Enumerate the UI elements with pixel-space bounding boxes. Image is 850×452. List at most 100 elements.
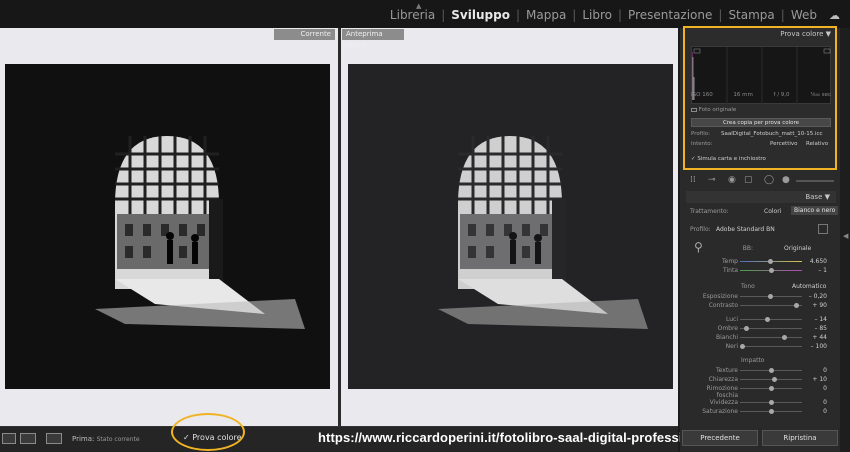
basic-section-header[interactable]: Base ▼ [686,191,836,203]
intent-perceptual[interactable]: Percettivo [770,141,798,147]
clarity-slider[interactable] [740,377,802,382]
treatment-label: Trattamento: [690,208,729,215]
shadows-value[interactable]: – 85 [803,325,827,332]
contrast-value[interactable]: + 90 [803,302,827,309]
highlights-slider-knob[interactable] [765,317,770,322]
contrast-slider[interactable] [740,303,802,308]
simulate-paper-row[interactable]: ✓ Simula carta e inchiostro [691,156,766,162]
meta-iso: ISO 160 [691,92,713,98]
module-libreria[interactable]: Libreria [384,8,441,22]
exposure-slider[interactable] [740,294,802,299]
develop-tool-strip: ⁞⁞ ⊸ ◉ ▢ ◯ ● [686,175,836,187]
profile-browser-icon[interactable] [818,224,828,234]
reset-button[interactable]: Ripristina [762,430,838,446]
spot-removal-tool-icon[interactable]: ⊸ [708,175,716,185]
histogram-meta: ISO 160 16 mm f / 9,0 ¹⁄₆₄₀ sec [691,92,831,98]
meta-shutter: ¹⁄₆₄₀ sec [810,92,831,98]
dehaze-slider-knob[interactable] [769,386,774,391]
module-web[interactable]: Web [785,8,823,22]
exposure-slider-knob[interactable] [768,294,773,299]
cloud-icon[interactable]: ☁ [829,9,840,22]
texture-slider[interactable] [740,368,802,373]
before-after-view-icon[interactable] [46,433,62,444]
tint-slider-knob[interactable] [769,268,774,273]
simulate-checkbox[interactable]: ✓ [691,156,696,162]
before-state-selector[interactable]: Prima: Stato corrente [72,435,140,443]
highlights-value[interactable]: – 14 [803,316,827,323]
temp-value[interactable]: 4.650 [803,258,827,265]
module-libro[interactable]: Libro [576,8,618,22]
saturation-label: Saturazione [702,408,738,415]
dehaze-slider[interactable] [740,386,802,391]
shadows-slider-knob[interactable] [744,326,749,331]
wb-eyedropper-icon[interactable]: ⚲ [694,240,703,254]
highlights-slider[interactable] [740,317,802,322]
proof-profile-label: Profilo: [691,131,710,137]
proof-profile-select[interactable]: SaalDigital_Fotobuch_matt_10-15.icc [721,131,823,137]
saturation-value[interactable]: 0 [803,408,827,415]
saturation-slider-knob[interactable] [769,409,774,414]
pane-label-current: Corrente [274,29,335,40]
original-photo-row[interactable]: Foto originale [691,107,736,113]
auto-tone-button[interactable]: Automatico [792,283,826,290]
temp-slider[interactable] [740,259,802,264]
texture-slider-knob[interactable] [769,368,774,373]
tone-label: Tono [741,283,755,290]
photo-current[interactable] [5,64,330,389]
treatment-bw[interactable]: Bianco e nero [791,206,839,215]
photo-current-image [5,64,330,389]
module-stampa[interactable]: Stampa [722,8,780,22]
blacks-value[interactable]: – 100 [803,343,827,350]
shadows-slider[interactable] [740,326,802,331]
red-eye-tool-icon[interactable]: ◉ [728,175,736,185]
whites-value[interactable]: + 44 [803,334,827,341]
blacks-slider[interactable] [740,344,802,349]
proof-intent-label: Intento: [691,141,713,147]
temp-slider-knob[interactable] [768,259,773,264]
panel-edge-strip [840,28,850,452]
vibrance-slider-knob[interactable] [769,400,774,405]
module-presentazione[interactable]: Presentazione [622,8,718,22]
blacks-slider-knob[interactable] [740,344,745,349]
whites-slider-knob[interactable] [782,335,787,340]
loupe-view-icon[interactable] [2,433,16,444]
panel-bottom-buttons: Precedente Ripristina [682,430,838,446]
module-mappa[interactable]: Mappa [520,8,572,22]
vibrance-slider[interactable] [740,400,802,405]
previous-button[interactable]: Precedente [682,430,758,446]
tint-slider[interactable] [740,268,802,273]
dehaze-value[interactable]: 0 [803,385,827,392]
treatment-color[interactable]: Colori [764,208,781,215]
module-picker: Libreria | Sviluppo | Mappa | Libro | Pr… [384,8,840,22]
photo-proof-preview[interactable] [348,64,673,389]
softproof-title[interactable]: Prova colore ▼ [780,30,831,38]
watermark-url: https://www.riccardoperini.it/fotolibro-… [318,430,741,445]
clarity-value[interactable]: + 10 [803,376,827,383]
contrast-slider-knob[interactable] [794,303,799,308]
before-value: Stato corrente [96,436,140,443]
crop-tool-icon[interactable]: ⁞⁞ [690,175,696,185]
vibrance-value[interactable]: 0 [803,399,827,406]
original-photo-icon [691,107,697,112]
clarity-slider-knob[interactable] [772,377,777,382]
right-panel-collapse-icon[interactable]: ◀ [843,232,848,240]
softproof-toggle[interactable]: ✓ Prova colore [183,433,242,442]
radial-filter-icon[interactable]: ◯ [764,175,774,185]
adjustment-brush-icon[interactable]: ● [782,175,790,185]
compare-view-icon[interactable] [20,433,36,444]
texture-value[interactable]: 0 [803,367,827,374]
whites-slider[interactable] [740,335,802,340]
intent-relative[interactable]: Relativo [806,141,828,147]
exposure-value[interactable]: – 0,20 [803,293,827,300]
create-proof-copy-button[interactable]: Crea copia per prova colore [691,118,831,127]
graduated-filter-icon[interactable]: ▢ [744,175,753,185]
profile-select[interactable]: Adobe Standard BN [716,226,775,233]
module-sviluppo[interactable]: Sviluppo [445,8,516,22]
softproof-checkbox[interactable]: ✓ [183,433,190,442]
softproof-toggle-label: Prova colore [192,433,242,442]
wb-select[interactable]: Originale [784,245,811,252]
saturation-slider[interactable] [740,409,802,414]
tint-value[interactable]: – 1 [803,267,827,274]
pane-divider[interactable] [338,28,341,426]
brush-slider[interactable] [796,180,834,182]
